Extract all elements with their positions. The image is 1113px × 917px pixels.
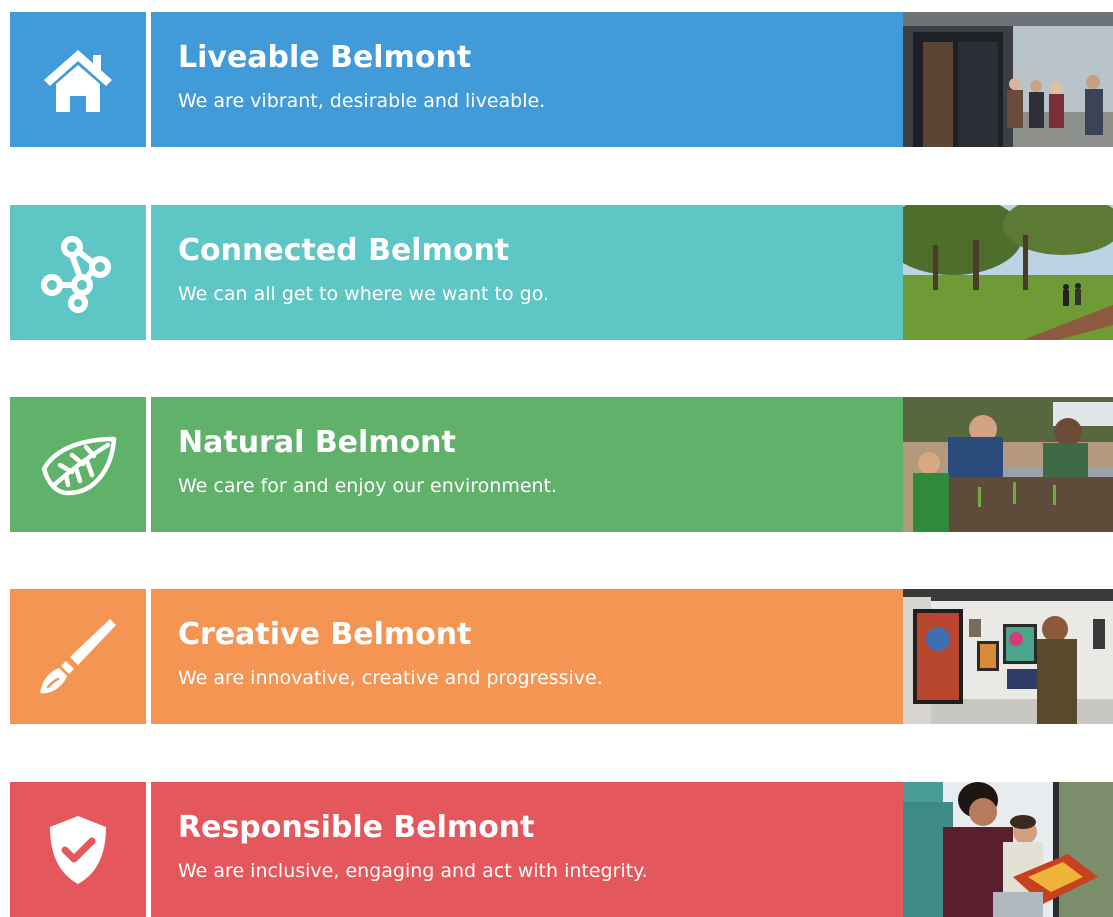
text-panel: Natural Belmont We care for and enjoy ou… <box>151 397 903 532</box>
text-panel: Responsible Belmont We are inclusive, en… <box>151 782 903 917</box>
text-panel: Connected Belmont We can all get to wher… <box>151 205 903 340</box>
icon-panel <box>10 12 146 147</box>
text-panel: Liveable Belmont We are vibrant, desirab… <box>151 12 903 147</box>
theme-row-creative: Creative Belmont We are innovative, crea… <box>10 589 1113 724</box>
theme-subtitle: We are innovative, creative and progress… <box>178 667 603 689</box>
woman-reading-to-child-photo <box>903 782 1113 917</box>
theme-title: Responsible Belmont <box>178 810 535 845</box>
text-panel: Creative Belmont We are innovative, crea… <box>151 589 903 724</box>
theme-title: Creative Belmont <box>178 617 472 652</box>
icon-panel <box>10 782 146 917</box>
icon-panel <box>10 205 146 340</box>
house-icon <box>44 49 112 112</box>
icon-panel <box>10 397 146 532</box>
theme-subtitle: We are inclusive, engaging and act with … <box>178 860 648 882</box>
park-path-trees-photo <box>903 205 1113 340</box>
theme-title: Natural Belmont <box>178 425 456 460</box>
theme-title: Connected Belmont <box>178 233 510 268</box>
art-gallery-visitor-photo <box>903 589 1113 724</box>
shield-check-icon <box>50 815 106 884</box>
theme-row-liveable: Liveable Belmont We are vibrant, desirab… <box>10 12 1113 147</box>
theme-title: Liveable Belmont <box>178 40 472 75</box>
theme-subtitle: We are vibrant, desirable and liveable. <box>178 90 546 112</box>
theme-row-natural: Natural Belmont We care for and enjoy ou… <box>10 397 1113 532</box>
people-walking-outside-building-photo <box>903 12 1113 147</box>
paintbrush-icon <box>40 618 116 693</box>
theme-row-responsible: Responsible Belmont We are inclusive, en… <box>10 782 1113 917</box>
theme-subtitle: We care for and enjoy our environment. <box>178 475 558 497</box>
theme-row-connected: Connected Belmont We can all get to wher… <box>10 205 1113 340</box>
theme-subtitle: We can all get to where we want to go. <box>178 283 550 305</box>
leaf-icon <box>41 436 117 495</box>
family-gardening-photo <box>903 397 1113 532</box>
network-nodes-icon <box>41 235 111 313</box>
icon-panel <box>10 589 146 724</box>
